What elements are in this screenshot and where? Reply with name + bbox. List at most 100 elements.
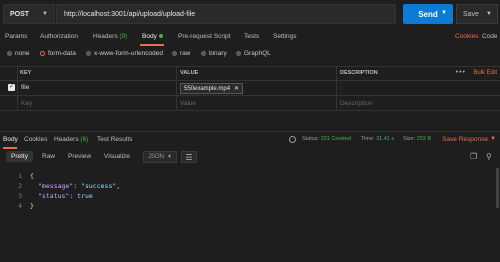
globe-icon[interactable] xyxy=(289,136,296,143)
radio-form-data[interactable]: form-data xyxy=(40,50,76,57)
tab-authorization[interactable]: Authorization xyxy=(40,33,78,40)
url-input[interactable]: http://localhost:3001/api/upload/upload-… xyxy=(56,4,396,24)
scrollbar[interactable] xyxy=(496,168,499,208)
tab-tests[interactable]: Tests xyxy=(244,33,259,40)
status-dot-icon xyxy=(158,34,163,39)
send-button[interactable]: Send ▼ xyxy=(403,4,453,24)
tab-headers-label: Headers xyxy=(93,33,118,40)
chevron-down-icon: ▼ xyxy=(167,154,172,160)
json-value: "success" xyxy=(81,182,117,190)
radio-binary-label: binary xyxy=(209,50,227,57)
tab-body[interactable]: Body xyxy=(142,33,163,40)
column-header-value: VALUE xyxy=(180,70,199,76)
search-icon[interactable]: ⚲ xyxy=(486,152,492,161)
method-label: POST xyxy=(10,10,30,18)
size-value: 252 B xyxy=(416,136,432,142)
radio-icon xyxy=(201,51,206,56)
chevron-down-icon: ▼ xyxy=(42,11,48,17)
column-header-key: KEY xyxy=(20,70,32,76)
radio-selected-icon xyxy=(40,51,45,56)
time-value: 31.41 s xyxy=(376,136,395,142)
radio-graphql-label: GraphQL xyxy=(244,50,271,57)
row-key[interactable]: file xyxy=(21,84,29,91)
close-icon[interactable]: ✕ xyxy=(234,85,239,92)
radio-none[interactable]: none xyxy=(7,50,29,57)
radio-none-label: none xyxy=(15,50,30,57)
copy-icon[interactable]: ❐ xyxy=(470,152,477,161)
code-line: { xyxy=(30,172,34,180)
tab-response-body[interactable]: Body xyxy=(3,136,18,143)
raw-button[interactable]: Raw xyxy=(42,153,55,160)
request-tabs: Params Authorization Headers (9) Body Pr… xyxy=(0,30,500,46)
code-line: "status": true xyxy=(38,192,93,200)
radio-icon xyxy=(86,51,91,56)
tab-headers[interactable]: Headers (9) xyxy=(93,33,127,40)
size-label: Size: xyxy=(403,136,416,142)
radio-urlencoded-label: x-www-form-urlencoded xyxy=(94,50,163,57)
preview-button[interactable]: Preview xyxy=(68,153,91,160)
status-info: Status: 201 Created xyxy=(302,136,351,142)
tab-body-label: Body xyxy=(142,33,157,40)
tab-response-headers[interactable]: Headers (6) xyxy=(54,136,88,143)
status-value: 201 Created xyxy=(320,136,351,142)
chevron-down-icon[interactable]: ▼ xyxy=(490,136,496,142)
headers-count: (9) xyxy=(119,33,128,40)
more-options-icon[interactable]: ••• xyxy=(456,69,466,76)
line-number: 4 xyxy=(18,202,22,210)
visualize-button[interactable]: Visualize xyxy=(104,153,130,160)
json-key: "status" xyxy=(38,192,70,200)
radio-graphql[interactable]: GraphQL xyxy=(236,50,271,57)
radio-binary[interactable]: binary xyxy=(201,50,227,57)
radio-form-data-label: form-data xyxy=(48,50,76,57)
response-headers-count: (6) xyxy=(80,136,89,143)
line-number: 2 xyxy=(18,182,22,190)
time-info: Time: 31.41 s xyxy=(361,136,394,142)
key-placeholder[interactable]: Key xyxy=(21,100,32,107)
save-response-button[interactable]: Save Response xyxy=(442,136,488,143)
wrap-lines-icon[interactable]: ☰ xyxy=(181,151,197,163)
tab-params[interactable]: Params xyxy=(5,33,27,40)
time-label: Time: xyxy=(361,136,375,142)
json-value: true xyxy=(77,192,93,200)
method-select[interactable]: POST ▼ xyxy=(3,4,55,24)
tab-prerequest-script[interactable]: Pre-request Script xyxy=(178,33,230,40)
radio-icon xyxy=(7,51,12,56)
request-bar: POST ▼ http://localhost:3001/api/upload/… xyxy=(0,0,500,30)
chevron-down-icon[interactable]: ▼ xyxy=(441,10,447,16)
value-placeholder[interactable]: Value xyxy=(180,100,196,107)
file-name: 550example.mp4 xyxy=(184,85,231,92)
code-line: } xyxy=(30,202,34,210)
line-number: 3 xyxy=(18,192,22,200)
radio-raw[interactable]: raw xyxy=(172,50,190,57)
file-chip[interactable]: 550example.mp4 ✕ xyxy=(180,83,244,94)
response-toolbar: Pretty Raw Preview Visualize JSON ▼ ☰ ❐ … xyxy=(0,150,500,166)
response-tabs: Body Cookies Headers (6) Test Results St… xyxy=(0,131,500,149)
radio-raw-label: raw xyxy=(180,50,191,57)
table-row-empty: Key Value Description xyxy=(0,96,500,111)
cookies-link[interactable]: Cookies xyxy=(455,33,478,40)
column-header-description: DESCRIPTION xyxy=(340,70,378,76)
json-key: "message" xyxy=(38,182,74,190)
table-row: ✓ file 550example.mp4 ✕ xyxy=(0,80,500,96)
code-link[interactable]: Code xyxy=(482,33,498,40)
pretty-button[interactable]: Pretty xyxy=(6,151,33,162)
params-table-header: KEY VALUE DESCRIPTION ••• Bulk Edit xyxy=(0,66,500,81)
bulk-edit-link[interactable]: Bulk Edit xyxy=(473,70,497,76)
response-body-editor[interactable]: 1 { 2 "message": "success", 3 "status": … xyxy=(0,170,500,262)
size-info: Size: 252 B xyxy=(403,136,431,142)
tab-test-results[interactable]: Test Results xyxy=(97,136,132,143)
tab-response-cookies[interactable]: Cookies xyxy=(24,136,47,143)
format-label: JSON xyxy=(148,154,165,160)
tab-settings[interactable]: Settings xyxy=(273,33,297,40)
body-type-selector: none form-data x-www-form-urlencoded raw… xyxy=(0,48,500,62)
row-checkbox[interactable]: ✓ xyxy=(8,84,15,91)
active-tab-indicator xyxy=(3,147,17,149)
radio-urlencoded[interactable]: x-www-form-urlencoded xyxy=(86,50,163,57)
description-placeholder[interactable]: Description xyxy=(340,100,373,107)
format-select[interactable]: JSON ▼ xyxy=(143,151,177,163)
save-button[interactable]: Save ▼ xyxy=(456,4,498,24)
radio-icon xyxy=(172,51,177,56)
status-label: Status: xyxy=(302,136,320,142)
radio-icon xyxy=(236,51,241,56)
chevron-down-icon[interactable]: ▼ xyxy=(486,11,492,17)
